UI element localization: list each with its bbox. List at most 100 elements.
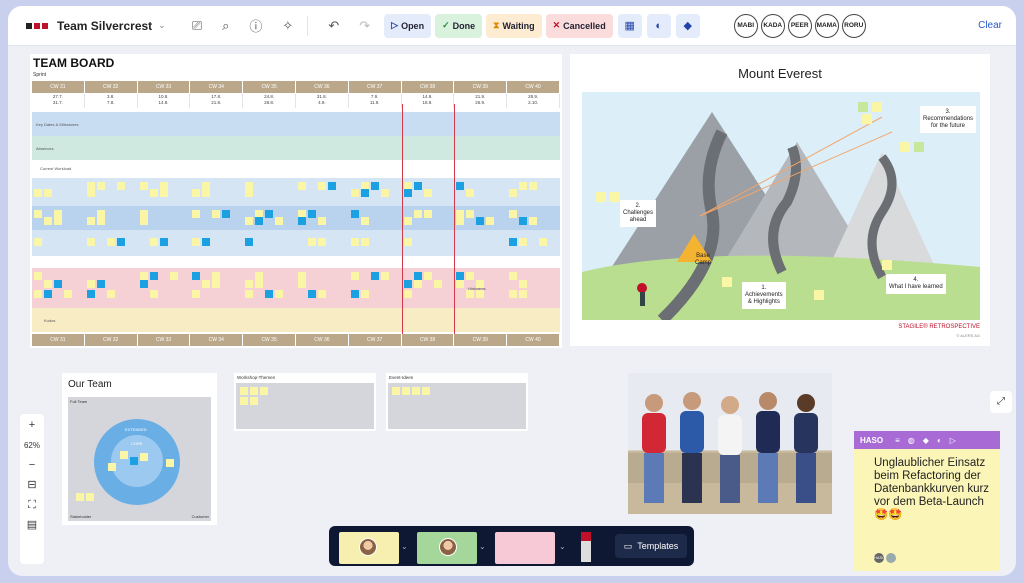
our-team-frame[interactable]: Our Team Full Team EXTENDED CORE Stakeho…: [62, 373, 217, 525]
sticky-note[interactable]: [202, 280, 211, 288]
sticky-note[interactable]: [96, 217, 105, 225]
sticky-note[interactable]: [139, 217, 148, 225]
sticky-note[interactable]: [509, 189, 518, 197]
sticky-note[interactable]: [423, 189, 432, 197]
sticky-note[interactable]: [403, 280, 412, 288]
diamond-icon[interactable]: ◆: [923, 436, 929, 445]
workshop-frame[interactable]: Workshop-Themen: [234, 373, 376, 431]
sticky-note[interactable]: [456, 280, 465, 288]
sticky-note[interactable]: [380, 189, 389, 197]
chevron-down-icon[interactable]: ⌄: [401, 542, 408, 551]
everest-retrospective[interactable]: Mount Everest 3. Recommendations for the…: [570, 54, 990, 346]
sticky-note[interactable]: [265, 290, 274, 298]
sticky-note[interactable]: [76, 493, 84, 501]
sticky-note[interactable]: [64, 290, 72, 298]
sticky-note[interactable]: [86, 217, 95, 225]
sticky-note[interactable]: [260, 387, 268, 395]
sticky-note[interactable]: [350, 189, 359, 197]
sticky-note[interactable]: [529, 217, 538, 225]
sticky-note[interactable]: [318, 238, 326, 246]
sticky-note[interactable]: [159, 238, 168, 246]
magic-wand-icon[interactable]: ✧: [282, 18, 293, 34]
sticky-note[interactable]: [370, 272, 379, 280]
sticky-note[interactable]: [403, 290, 412, 298]
diamond-icon[interactable]: ◆: [675, 13, 700, 38]
sticky-note[interactable]: [212, 280, 221, 288]
sticky-note[interactable]: [34, 210, 42, 218]
sticky-note[interactable]: [250, 397, 258, 405]
sticky-note[interactable]: [456, 217, 465, 225]
sticky-note[interactable]: [44, 280, 52, 288]
sticky-note[interactable]: [519, 280, 528, 288]
sticky-note[interactable]: [298, 272, 306, 280]
sticky-note[interactable]: [149, 272, 158, 280]
sticky-note[interactable]: [519, 238, 528, 246]
sticky-note[interactable]: [106, 238, 115, 246]
sticky-note[interactable]: [403, 238, 412, 246]
chevron-down-icon[interactable]: ⌄: [158, 20, 166, 31]
search-icon[interactable]: ⌕: [222, 18, 229, 34]
filter-cancelled-button[interactable]: ✕ Cancelled: [545, 13, 613, 38]
sticky-note[interactable]: [149, 290, 158, 298]
calendar-icon[interactable]: ▦: [617, 13, 642, 38]
sticky-note[interactable]: [412, 387, 420, 395]
sticky-note[interactable]: [476, 217, 485, 225]
filter-waiting-button[interactable]: ⧗ Waiting: [486, 13, 542, 38]
sticky-note[interactable]: [106, 290, 115, 298]
templates-button[interactable]: ▭ Templates: [615, 534, 687, 558]
sticky-note[interactable]: [192, 210, 201, 218]
sticky-note[interactable]: [318, 217, 326, 225]
sticky-note[interactable]: [402, 387, 410, 395]
palette-icon[interactable]: ◐: [646, 13, 671, 38]
sticky-note[interactable]: [456, 272, 465, 280]
list-icon[interactable]: ≡: [895, 436, 900, 445]
sticky-note[interactable]: [433, 280, 442, 288]
globe-icon[interactable]: ◍: [908, 436, 915, 445]
sticky-note[interactable]: [519, 182, 528, 190]
sticky-note[interactable]: [403, 217, 412, 225]
sticky-note[interactable]: [44, 217, 52, 225]
sticky-note[interactable]: [298, 217, 306, 225]
sticky-note[interactable]: [240, 387, 248, 395]
sticky-note[interactable]: [466, 290, 475, 298]
sticky-note[interactable]: [149, 189, 158, 197]
sticky-note[interactable]: [202, 238, 211, 246]
sticky-note[interactable]: [360, 238, 369, 246]
sticky-note[interactable]: [350, 238, 359, 246]
sticky-note[interactable]: [159, 189, 168, 197]
sticky-note[interactable]: [86, 189, 95, 197]
sticky-note[interactable]: [466, 189, 475, 197]
sticky-note[interactable]: [245, 238, 254, 246]
sticky-note[interactable]: [308, 210, 316, 218]
sticky-note[interactable]: [509, 290, 518, 298]
sticky-note[interactable]: [44, 189, 52, 197]
sticky-note[interactable]: [212, 272, 221, 280]
sticky-note[interactable]: [529, 182, 538, 190]
sticky-note[interactable]: [265, 210, 274, 218]
sticky-note[interactable]: [222, 210, 231, 218]
zoom-in-button[interactable]: +: [29, 420, 35, 431]
sticky-note[interactable]: [34, 272, 42, 280]
sticky-note[interactable]: [86, 290, 95, 298]
avatar[interactable]: PEER: [787, 13, 812, 38]
zoom-out-button[interactable]: −: [29, 460, 35, 471]
expand-icon[interactable]: ⤢: [990, 391, 1012, 413]
sticky-note[interactable]: [116, 182, 125, 190]
sticky-note[interactable]: [192, 238, 201, 246]
sticky-note[interactable]: [308, 238, 316, 246]
avatar[interactable]: MAMA: [814, 13, 839, 38]
sticky-note[interactable]: [245, 290, 254, 298]
sticky-note[interactable]: [34, 189, 42, 197]
sticky-note[interactable]: [192, 272, 201, 280]
sticky-note[interactable]: [166, 459, 174, 467]
filter-open-button[interactable]: ▷ Open: [384, 13, 432, 38]
event-frame[interactable]: Event-Ideen: [386, 373, 528, 431]
sticky-note[interactable]: [318, 290, 326, 298]
avatar[interactable]: RORU: [841, 13, 866, 38]
sticky-note[interactable]: [96, 280, 105, 288]
sticky-note[interactable]: [360, 290, 369, 298]
team-photo[interactable]: [628, 373, 832, 514]
sticky-note[interactable]: [245, 189, 254, 197]
sticky-note[interactable]: [466, 210, 475, 218]
sticky-note[interactable]: [509, 210, 518, 218]
